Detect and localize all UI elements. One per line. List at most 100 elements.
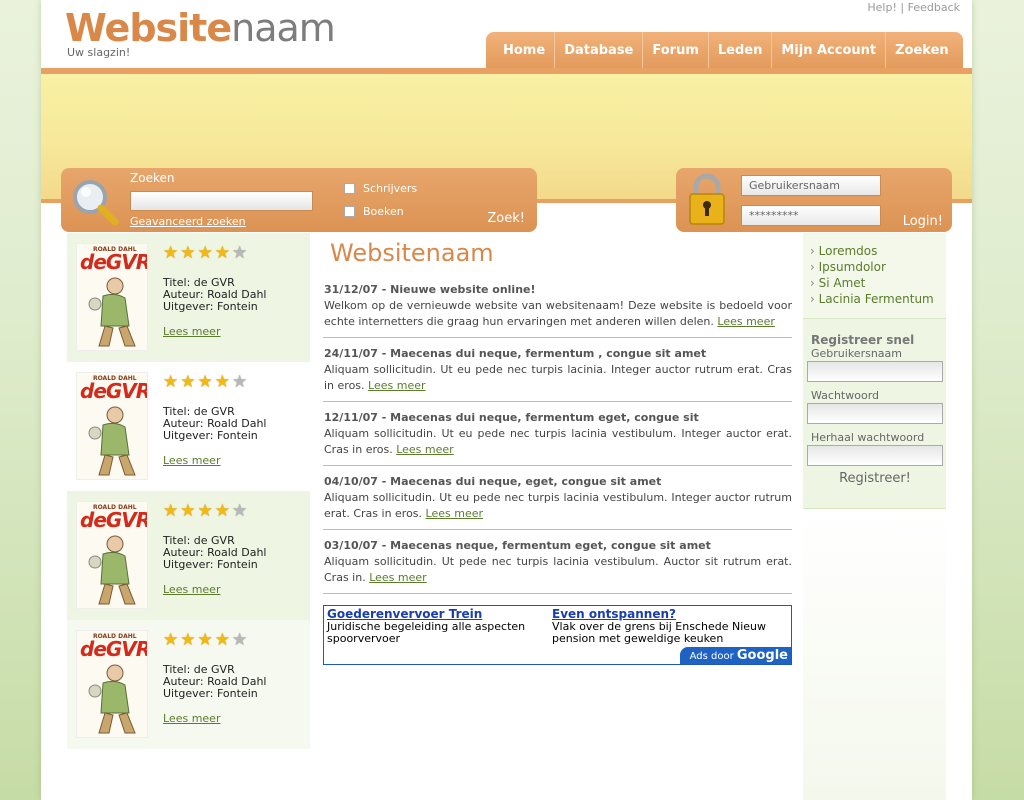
help-link[interactable]: Help! [867, 1, 897, 14]
giant-illustration [88, 535, 136, 605]
book-item: ROALD DAHL deGVR ★ ★ ★ ★ ★ Titel: de GVR Aut… [67, 362, 310, 491]
checkbox-schrijvers[interactable] [344, 183, 355, 194]
feedback-link[interactable]: Feedback [908, 1, 960, 14]
star-icon: ★ [197, 243, 213, 263]
nav-item-forum[interactable]: Forum [642, 32, 708, 68]
sidebar-link-lacinia-fermentum[interactable]: Lacinia Fermentum [810, 291, 946, 307]
book-info: Titel: de GVR Auteur: Roald Dahl Uitgeve… [163, 277, 266, 313]
register-repeat-label: Herhaal wachtwoord [811, 431, 925, 444]
book-cover[interactable]: ROALD DAHL deGVR [76, 630, 148, 738]
top-links: Help! | Feedback [867, 1, 960, 14]
book-item: ROALD DAHL deGVR ★ ★ ★ ★ ★ Titel: de GVR Aut… [67, 491, 310, 620]
nav-item-leden[interactable]: Leden [707, 32, 772, 68]
main-nav: Home Database Forum Leden Mijn Account Z… [486, 32, 963, 68]
ad-item: Goederenvervoer Trein Juridische begelei… [327, 607, 547, 645]
site-logo[interactable]: Websitenaam Uw slagzin! [65, 6, 336, 59]
star-icon: ★ [214, 501, 230, 521]
news-title: 24/11/07 - Maecenas dui neque, fermentum… [324, 347, 707, 360]
sidebar: Loremdos Ipsumdolor Si Amet Lacinia Ferm… [803, 233, 946, 509]
nav-item-mijn-account[interactable]: Mijn Account [771, 32, 886, 68]
logo-part2: naam [231, 6, 336, 50]
option-schrijvers[interactable]: Schrijvers [344, 182, 417, 195]
ad-title-link[interactable]: Goederenvervoer Trein [327, 607, 547, 621]
read-more-link[interactable]: Lees meer [163, 454, 220, 467]
read-more-link[interactable]: Lees meer [163, 325, 220, 338]
book-cover[interactable]: ROALD DAHL deGVR [76, 372, 148, 480]
star-icon: ★ [197, 501, 213, 521]
option-boeken[interactable]: Boeken [344, 205, 404, 218]
news-item: 31/12/07 - Nieuwe website online! Welkom… [323, 273, 792, 338]
book-cover[interactable]: ROALD DAHL deGVR [76, 501, 148, 609]
news-title: 03/10/07 - Maecenas neque, fermentum ege… [324, 539, 711, 552]
book-cover[interactable]: ROALD DAHL deGVR [76, 243, 148, 351]
nav-item-database[interactable]: Database [554, 32, 643, 68]
news-body: Aliquam sollicitudin. Ut eu pede nec tur… [324, 427, 792, 456]
register-username-field[interactable] [807, 361, 943, 382]
read-more-link[interactable]: Lees meer [163, 583, 220, 596]
logo-part1: Website [65, 6, 232, 50]
ad-text: Vlak over de grens bij Enschede Nieuw pe… [552, 620, 766, 645]
search-label: Zoeken [130, 171, 175, 185]
search-input[interactable] [130, 191, 313, 211]
book-info: Titel: de GVR Auteur: Roald Dahl Uitgeve… [163, 535, 266, 571]
book-publisher: Uitgever: Fontein [163, 687, 258, 700]
giant-illustration [88, 664, 136, 734]
news-read-more-link[interactable]: Lees meer [426, 507, 483, 520]
nav-item-home[interactable]: Home [486, 32, 555, 68]
giant-illustration [88, 277, 136, 347]
read-more-link[interactable]: Lees meer [163, 712, 220, 725]
cover-title: deGVR [80, 637, 148, 661]
book-publisher: Uitgever: Fontein [163, 300, 258, 313]
news-item: 04/10/07 - Maecenas dui neque, eget, con… [323, 466, 792, 530]
sidebar-link-ipsumdolor[interactable]: Ipsumdolor [810, 259, 946, 275]
news-item: 24/11/07 - Maecenas dui neque, fermentum… [323, 338, 792, 402]
login-button[interactable]: Login! [903, 214, 943, 229]
star-icon: ★ [197, 372, 213, 392]
book-info: Titel: de GVR Auteur: Roald Dahl Uitgeve… [163, 664, 266, 700]
main-content: Websitenaam 31/12/07 - Nieuwe website on… [323, 233, 792, 665]
star-icon: ★ [180, 630, 196, 650]
news-title: 12/11/07 - Maecenas dui neque, fermentum… [324, 411, 699, 424]
cover-title: deGVR [80, 508, 148, 532]
news-read-more-link[interactable]: Lees meer [369, 571, 426, 584]
nav-item-zoeken[interactable]: Zoeken [885, 32, 963, 68]
star-icon: ★ [180, 501, 196, 521]
book-item: ROALD DAHL deGVR ★ ★ ★ ★ ★ Titel: de GVR Aut… [67, 233, 310, 362]
news-read-more-link[interactable]: Lees meer [368, 379, 425, 392]
news-item: 03/10/07 - Maecenas neque, fermentum ege… [323, 530, 792, 594]
ads-by-label: Ads door [689, 651, 734, 662]
register-password-field[interactable] [807, 403, 943, 424]
lock-icon [689, 173, 725, 225]
news-read-more-link[interactable]: Lees meer [396, 443, 453, 456]
book-item: ROALD DAHL deGVR ★ ★ ★ ★ ★ Titel: de GVR Aut… [67, 620, 310, 749]
ads-by-google-link[interactable]: Ads door Google [679, 647, 791, 664]
register-repeat-field[interactable] [807, 445, 943, 466]
ad-text: Juridische begeleiding alle aspecten spo… [327, 620, 526, 645]
magnifier-icon [73, 180, 119, 226]
google-logo: Google [736, 648, 788, 663]
book-publisher: Uitgever: Fontein [163, 429, 258, 442]
login-panel: Gebruikersnaam ********* Login! [676, 168, 952, 232]
news-read-more-link[interactable]: Lees meer [717, 315, 774, 328]
sidebar-links: Loremdos Ipsumdolor Si Amet Lacinia Ferm… [803, 233, 946, 318]
star-empty-icon: ★ [232, 630, 248, 650]
star-icon: ★ [214, 372, 230, 392]
top-links-separator: | [900, 1, 905, 14]
star-icon: ★ [180, 243, 196, 263]
star-icon: ★ [163, 372, 179, 392]
advanced-search-link[interactable]: Geavanceerd zoeken [130, 215, 246, 228]
search-button[interactable]: Zoek! [487, 211, 525, 226]
ad-title-link[interactable]: Even ontspannen? [552, 607, 772, 621]
register-button[interactable]: Registreer! [807, 471, 943, 486]
cover-title: deGVR [80, 379, 148, 403]
sidebar-link-si-amet[interactable]: Si Amet [810, 275, 946, 291]
username-field[interactable]: Gebruikersnaam [741, 175, 881, 196]
star-icon: ★ [197, 630, 213, 650]
star-empty-icon: ★ [232, 372, 248, 392]
option-boeken-label: Boeken [363, 205, 404, 218]
password-field[interactable]: ********* [741, 205, 881, 226]
rating-stars: ★ ★ ★ ★ ★ [163, 632, 249, 649]
star-icon: ★ [163, 243, 179, 263]
checkbox-boeken[interactable] [344, 206, 355, 217]
sidebar-link-loremdos[interactable]: Loremdos [810, 243, 946, 259]
